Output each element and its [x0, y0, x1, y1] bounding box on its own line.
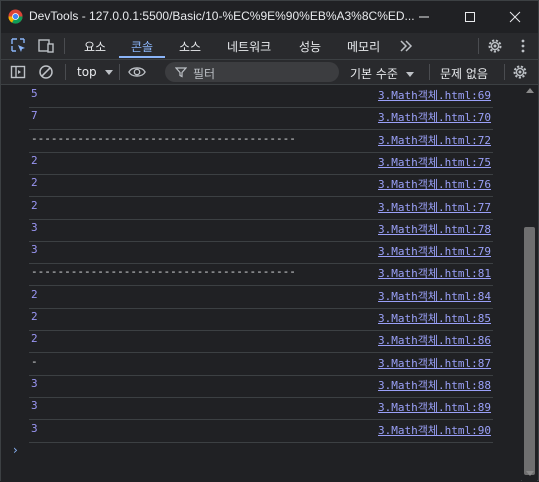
console-scrollbar[interactable] [522, 85, 537, 482]
toolbar-divider [504, 64, 505, 80]
tab-network[interactable]: 네트워크 [227, 38, 271, 55]
tab-memory[interactable]: 메모리 [347, 38, 380, 55]
source-link[interactable]: 3.Math객체.html:86 [378, 332, 491, 348]
context-label: top [77, 65, 97, 79]
panel-tabs-bar: 요소 콘솔 소스 네트워크 성능 메모리 [1, 33, 538, 60]
log-levels-label: 기본 수준 [350, 67, 398, 81]
console-message-row: 3 3.Math객체.html:78 [29, 219, 493, 242]
clear-console-icon[interactable] [37, 63, 55, 81]
scroll-up-arrow-icon[interactable] [526, 88, 534, 93]
title-bar: DevTools - 127.0.0.1:5500/Basic/10-%EC%9… [1, 1, 538, 33]
source-link[interactable]: 3.Math객체.html:72 [378, 132, 491, 148]
issues-button[interactable]: 문제 없음 [440, 65, 488, 82]
filter-input[interactable]: 필터 [165, 62, 339, 82]
toolbar-divider [478, 38, 479, 54]
filter-placeholder: 필터 [193, 67, 216, 81]
tab-performance[interactable]: 성능 [299, 38, 321, 55]
source-link[interactable]: 3.Math객체.html:89 [378, 399, 491, 415]
toolbar-divider [429, 64, 430, 80]
console-message-value: 2 [31, 287, 38, 301]
more-tabs-icon[interactable] [397, 37, 415, 55]
chevron-down-icon [405, 72, 414, 77]
console-message-row: ----------------------------------------… [29, 263, 493, 287]
console-message-row: 3 3.Math객체.html:89 [29, 397, 493, 421]
source-link[interactable]: 3.Math객체.html:87 [378, 355, 491, 371]
console-message-value: 3 [31, 220, 38, 234]
console-message-value: 3 [31, 243, 38, 257]
settings-gear-icon[interactable] [486, 37, 504, 55]
source-link[interactable]: 3.Math객체.html:81 [378, 265, 491, 281]
active-tab-indicator [119, 56, 165, 58]
console-message-value: ---------------------------------------- [31, 131, 296, 145]
console-message-value: 3 [31, 376, 38, 390]
eye-icon[interactable] [128, 63, 146, 81]
console-message-value: ---------------------------------------- [31, 265, 296, 279]
console-message-row: 2 3.Math객체.html:75 [29, 152, 493, 175]
console-message-row: 2 3.Math객체.html:84 [29, 286, 493, 309]
console-message-value: 2 [31, 176, 38, 190]
source-link[interactable]: 3.Math객체.html:85 [378, 310, 491, 326]
console-message-row: 2 3.Math객체.html:76 [29, 174, 493, 198]
chrome-icon [8, 9, 23, 24]
console-message-value: 2 [31, 310, 38, 323]
console-message-value: 2 [31, 332, 38, 346]
console-message-row: 2 3.Math객체.html:85 [29, 308, 493, 331]
console-output[interactable]: › 5 3.Math객체.html:69 7 3.Math객체.html:70 ----… [1, 85, 521, 482]
console-message-row: 2 3.Math객체.html:86 [29, 330, 493, 354]
console-message-value: 7 [31, 109, 38, 123]
filter-funnel-icon [175, 67, 187, 78]
tab-sources[interactable]: 소스 [179, 38, 201, 55]
console-message-row: - 3.Math객체.html:87 [29, 353, 493, 376]
console-message-row: 3 3.Math객체.html:90 [29, 420, 493, 443]
console-message-row: 7 3.Math객체.html:70 [29, 107, 493, 131]
context-selector[interactable]: top [77, 65, 113, 79]
scroll-down-arrow-icon[interactable] [526, 471, 534, 476]
source-link[interactable]: 3.Math객체.html:90 [378, 422, 491, 438]
log-levels-dropdown[interactable]: 기본 수준 [350, 65, 414, 82]
close-button[interactable] [492, 1, 538, 33]
device-toolbar-icon[interactable] [37, 37, 55, 55]
more-options-icon[interactable] [514, 37, 532, 55]
console-message-row: ----------------------------------------… [29, 130, 493, 153]
minimize-icon [419, 16, 429, 18]
chevron-down-icon [104, 70, 113, 75]
source-link[interactable]: 3.Math객체.html:76 [378, 176, 491, 192]
console-message-row: 2 3.Math객체.html:77 [29, 197, 493, 220]
tab-elements[interactable]: 요소 [84, 38, 106, 55]
console-message-value: 2 [31, 198, 38, 212]
console-message-row: 3 3.Math객체.html:79 [29, 241, 493, 265]
tab-console[interactable]: 콘솔 [131, 38, 153, 55]
inspect-element-icon[interactable] [10, 37, 28, 55]
minimize-button[interactable] [401, 1, 447, 33]
toolbar-divider [119, 64, 120, 80]
console-message-row: 3 3.Math객체.html:88 [29, 375, 493, 398]
console-message-row: 5 3.Math객체.html:69 [29, 85, 493, 108]
close-icon [509, 11, 521, 23]
console-settings-icon[interactable] [511, 63, 529, 81]
console-message-value: - [31, 354, 38, 368]
toolbar-divider [64, 38, 65, 54]
source-link[interactable]: 3.Math객체.html:75 [378, 154, 491, 170]
source-link[interactable]: 3.Math객체.html:70 [378, 109, 491, 125]
maximize-button[interactable] [447, 1, 493, 33]
maximize-icon [465, 12, 475, 22]
source-link[interactable]: 3.Math객체.html:84 [378, 288, 491, 304]
console-message-value: 2 [31, 153, 38, 167]
console-prompt[interactable]: › [13, 443, 18, 457]
devtools-window: DevTools - 127.0.0.1:5500/Basic/10-%EC%9… [0, 0, 539, 482]
source-link[interactable]: 3.Math객체.html:78 [378, 221, 491, 237]
window-title: DevTools - 127.0.0.1:5500/Basic/10-%EC%9… [29, 9, 415, 23]
source-link[interactable]: 3.Math객체.html:79 [378, 243, 491, 259]
sidebar-toggle-icon[interactable] [9, 63, 27, 81]
console-toolbar: top 필터 기본 수준 문제 없음 [1, 60, 538, 85]
console-message-value: 3 [31, 421, 38, 435]
source-link[interactable]: 3.Math객체.html:88 [378, 377, 491, 393]
console-message-value: 5 [31, 87, 38, 100]
scroll-thumb[interactable] [524, 227, 535, 475]
source-link[interactable]: 3.Math객체.html:77 [378, 199, 491, 215]
console-message-value: 3 [31, 399, 38, 413]
toolbar-divider [65, 64, 66, 80]
source-link[interactable]: 3.Math객체.html:69 [378, 87, 491, 103]
